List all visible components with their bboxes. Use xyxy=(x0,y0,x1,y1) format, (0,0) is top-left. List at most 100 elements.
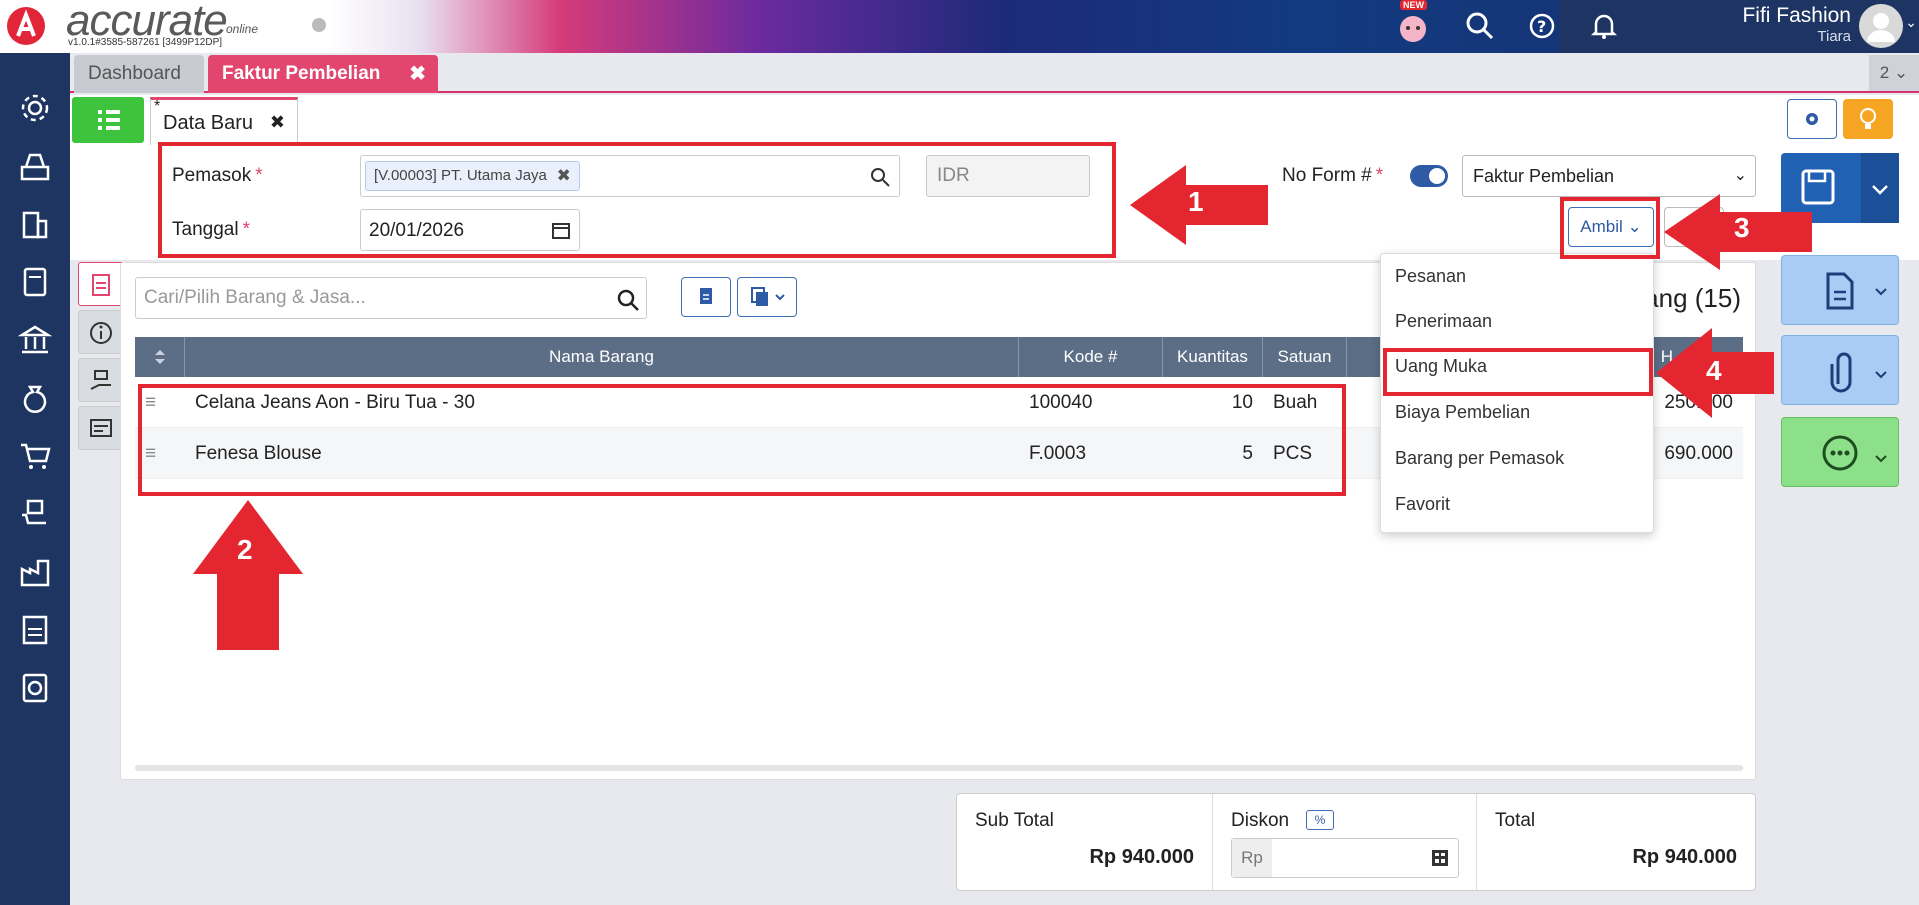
left-sidebar xyxy=(0,53,70,905)
col-kode[interactable]: Kode # xyxy=(1019,337,1163,377)
money-hand-icon xyxy=(90,370,111,390)
factory-icon[interactable] xyxy=(18,555,52,589)
tab-data-baru[interactable]: * Data Baru ✖ xyxy=(150,97,298,145)
money-bag-icon[interactable] xyxy=(18,381,52,415)
bank-icon[interactable] xyxy=(18,323,52,357)
import-document-button[interactable] xyxy=(681,277,731,317)
more-dots-icon xyxy=(1822,435,1887,471)
toggle-knob xyxy=(1429,168,1445,184)
app-version: v1.0.1#3585-587261 [3499P12DP] xyxy=(68,37,223,48)
report-chart-icon[interactable] xyxy=(18,671,52,705)
subtotal-section: Sub Total Rp 940.000 xyxy=(957,794,1213,890)
subtotal-value: Rp 940.000 xyxy=(1089,846,1194,868)
total-section: Total Rp 940.000 xyxy=(1477,794,1755,890)
tab-tax[interactable] xyxy=(78,406,122,450)
diskon-input[interactable]: Rp xyxy=(1231,838,1459,878)
settings-icon[interactable] xyxy=(18,91,52,125)
chevron-down-icon[interactable]: ⌄ xyxy=(1905,14,1917,31)
inventory-cart-icon[interactable] xyxy=(18,497,52,531)
col-satuan[interactable]: Satuan xyxy=(1263,337,1347,377)
diskon-section: Diskon % Rp xyxy=(1213,794,1477,890)
shopping-cart-icon[interactable] xyxy=(18,439,52,473)
gear-icon xyxy=(1806,113,1818,125)
help-icon[interactable]: ? xyxy=(1526,10,1558,42)
cash-register-icon[interactable] xyxy=(18,149,52,183)
modified-marker: * xyxy=(154,98,161,115)
item-search-placeholder: Cari/Pilih Barang & Jasa... xyxy=(144,287,366,308)
tab-info[interactable] xyxy=(78,310,122,354)
annotation-number: 4 xyxy=(1706,355,1722,386)
copy-items-button[interactable] xyxy=(737,277,797,317)
chevron-down-icon: ⌄ xyxy=(1733,167,1747,184)
menu-item-penerimaan[interactable]: Penerimaan xyxy=(1381,299,1655,344)
close-icon[interactable]: ✖ xyxy=(270,112,285,133)
item-search-input[interactable]: Cari/Pilih Barang & Jasa... xyxy=(135,277,647,319)
list-icon xyxy=(98,110,120,130)
tab-label: Faktur Pembelian xyxy=(222,63,381,84)
paperclip-icon xyxy=(1830,352,1887,393)
tips-button[interactable] xyxy=(1843,99,1893,139)
tax-document-icon[interactable] xyxy=(18,613,52,647)
new-feature-button[interactable]: NEW xyxy=(1396,0,1428,42)
annotation-number: 2 xyxy=(237,534,253,565)
lightbulb-icon xyxy=(1860,108,1876,129)
calculator-icon[interactable] xyxy=(1430,848,1450,868)
annotation-number: 3 xyxy=(1734,212,1750,243)
total-label: Total xyxy=(1495,810,1536,831)
annotation-box-items xyxy=(138,384,1346,496)
menu-item-barang-per-pemasok[interactable]: Barang per Pemasok xyxy=(1381,436,1655,481)
total-value: Rp 940.000 xyxy=(1632,846,1737,868)
menu-item-favorit[interactable]: Favorit xyxy=(1381,482,1655,527)
horizontal-scrollbar[interactable] xyxy=(135,765,1743,771)
tab-detail-items[interactable] xyxy=(78,262,122,306)
annotation-arrow-up-icon xyxy=(193,500,303,650)
company-name[interactable]: Fifi Fashion xyxy=(1742,4,1851,28)
form-type-select[interactable]: Faktur Pembelian ⌄ xyxy=(1462,155,1756,197)
list-view-button[interactable] xyxy=(72,97,144,143)
diskon-percent-toggle[interactable]: % xyxy=(1306,810,1334,830)
status-dot xyxy=(312,18,326,32)
receipt-icon xyxy=(90,419,112,437)
annotation-box-header xyxy=(158,142,1116,258)
ledger-book-icon[interactable] xyxy=(18,265,52,299)
subtotal-label: Sub Total xyxy=(975,810,1054,831)
copy-icon xyxy=(751,287,785,306)
col-kuantitas[interactable]: Kuantitas xyxy=(1163,337,1263,377)
menu-item-pesanan[interactable]: Pesanan xyxy=(1381,254,1655,299)
sort-icon xyxy=(155,350,165,364)
attachment-button[interactable] xyxy=(1781,335,1899,405)
accurate-logo-icon xyxy=(7,7,45,45)
bell-icon[interactable] xyxy=(1588,10,1620,42)
totals-panel: Sub Total Rp 940.000 Diskon % Rp Total R… xyxy=(956,793,1756,891)
auto-number-toggle[interactable] xyxy=(1410,165,1448,187)
annotation-box-ambil xyxy=(1560,197,1660,259)
col-nama-barang[interactable]: Nama Barang xyxy=(185,337,1019,377)
svg-text:?: ? xyxy=(1537,17,1546,36)
sub-toolbar: * Data Baru ✖ xyxy=(70,95,1919,145)
new-badge: NEW xyxy=(1400,0,1427,10)
noform-label: No Form # * xyxy=(1282,165,1384,186)
document-list-icon xyxy=(92,274,110,296)
user-avatar-icon xyxy=(1867,13,1895,42)
tab-dashboard[interactable]: Dashboard xyxy=(74,55,204,93)
menu-item-biaya-pembelian[interactable]: Biaya Pembelian xyxy=(1381,390,1655,435)
sort-handle-column[interactable] xyxy=(135,337,185,377)
building-icon[interactable] xyxy=(18,207,52,241)
tab-bar: Dashboard Faktur Pembelian ✖ 2 ⌄ xyxy=(70,53,1919,93)
form-settings-button[interactable] xyxy=(1787,99,1837,139)
search-icon[interactable] xyxy=(1464,10,1496,42)
tab-cost[interactable] xyxy=(78,358,122,402)
more-actions-button[interactable] xyxy=(1781,417,1899,487)
form-type-value: Faktur Pembelian xyxy=(1473,166,1615,186)
tab-label: Data Baru xyxy=(163,112,254,134)
items-count-title: ang (15) xyxy=(1644,283,1741,313)
section-tabs xyxy=(76,260,122,460)
tab-count-dropdown[interactable]: 2 ⌄ xyxy=(1869,55,1919,91)
info-icon xyxy=(90,322,112,344)
close-icon[interactable]: ✖ xyxy=(409,55,426,93)
annotation-box-uang-muka xyxy=(1383,348,1653,396)
search-icon[interactable] xyxy=(616,288,640,312)
avatar[interactable] xyxy=(1859,4,1903,48)
top-bar: accurate online v1.0.1#3585-587261 [3499… xyxy=(0,0,1919,53)
tab-faktur-pembelian[interactable]: Faktur Pembelian ✖ xyxy=(208,55,438,93)
